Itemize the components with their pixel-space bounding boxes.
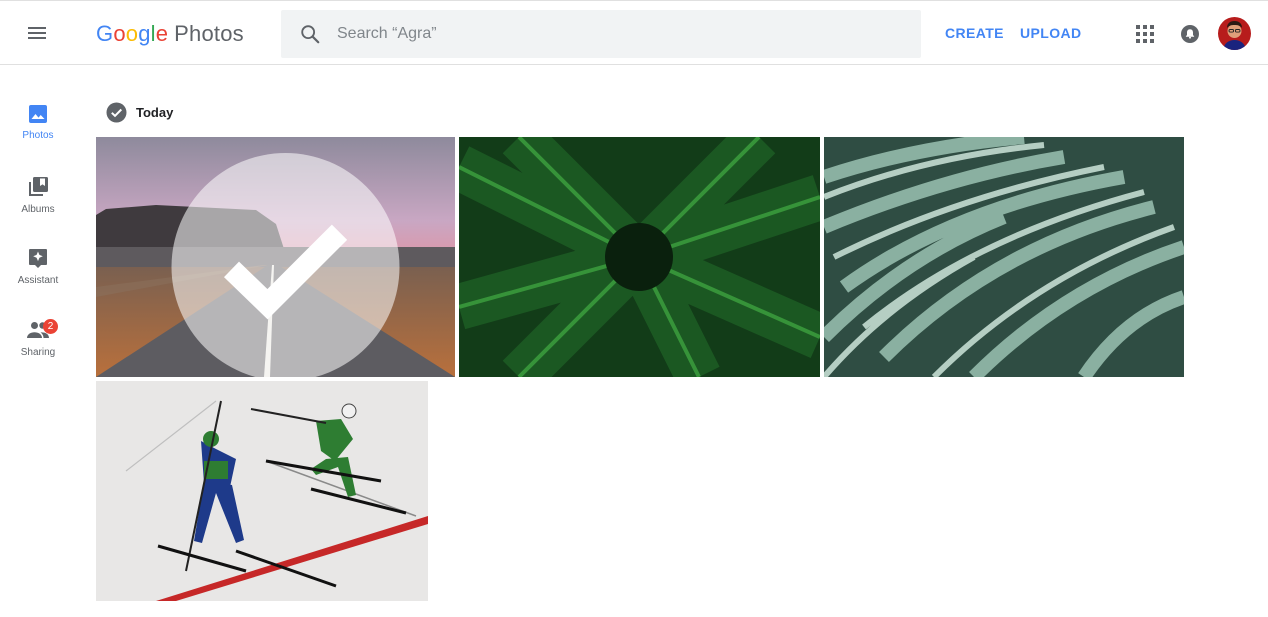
photo-thumbnail-skiers[interactable] — [96, 381, 428, 601]
account-avatar[interactable] — [1218, 17, 1251, 50]
logo-letter: e — [155, 21, 169, 46]
photo-thumbnail-road-sunset[interactable] — [96, 137, 455, 377]
assistant-icon — [29, 249, 47, 268]
photo-icon — [29, 105, 47, 123]
product-name: Photos — [174, 21, 244, 46]
sharing-count-badge: 2 — [43, 319, 58, 334]
search-input[interactable] — [337, 10, 897, 58]
sidebar-item-label: Assistant — [17, 275, 59, 286]
logo-letter: G — [96, 21, 114, 46]
sidebar-item-label: Photos — [22, 130, 54, 141]
sidebar-item-label: Albums — [21, 204, 55, 215]
photo-thumbnail-grass[interactable] — [824, 137, 1184, 377]
sidebar-item-photos[interactable]: Photos — [0, 104, 76, 168]
skiers-image — [96, 381, 428, 601]
search-icon[interactable] — [299, 23, 321, 45]
section-date-title: Today — [136, 105, 174, 120]
sidebar-item-sharing[interactable]: 2 Sharing — [0, 319, 76, 383]
logo-letter: g — [138, 21, 151, 46]
photo-thumbnail-fern[interactable] — [459, 137, 820, 377]
sidebar-item-assistant[interactable]: Assistant — [0, 247, 76, 311]
search-bar — [281, 10, 921, 58]
albums-icon — [29, 177, 48, 196]
main-menu-button[interactable] — [24, 21, 52, 45]
notifications-bell-icon[interactable] — [1180, 24, 1200, 44]
top-app-bar: GooglePhotos CREATE UPLOAD — [0, 0, 1268, 65]
sidebar-item-label: Sharing — [20, 347, 56, 358]
grass-image — [824, 137, 1184, 377]
fern-image — [459, 137, 820, 377]
sidebar-item-albums[interactable]: Albums — [0, 176, 76, 240]
apps-grid-icon[interactable] — [1135, 24, 1155, 44]
upload-button[interactable]: UPLOAD — [1020, 25, 1082, 41]
google-photos-logo[interactable]: Google Photos — [96, 21, 244, 47]
select-all-check-icon[interactable] — [106, 102, 127, 123]
logo-letter: o — [113, 21, 126, 46]
photo-select-check-icon[interactable] — [106, 147, 455, 377]
create-button[interactable]: CREATE — [945, 25, 1004, 41]
side-navigation: Photos Albums Assistant 2 Sharing — [0, 66, 76, 617]
logo-letter: o — [125, 21, 139, 46]
